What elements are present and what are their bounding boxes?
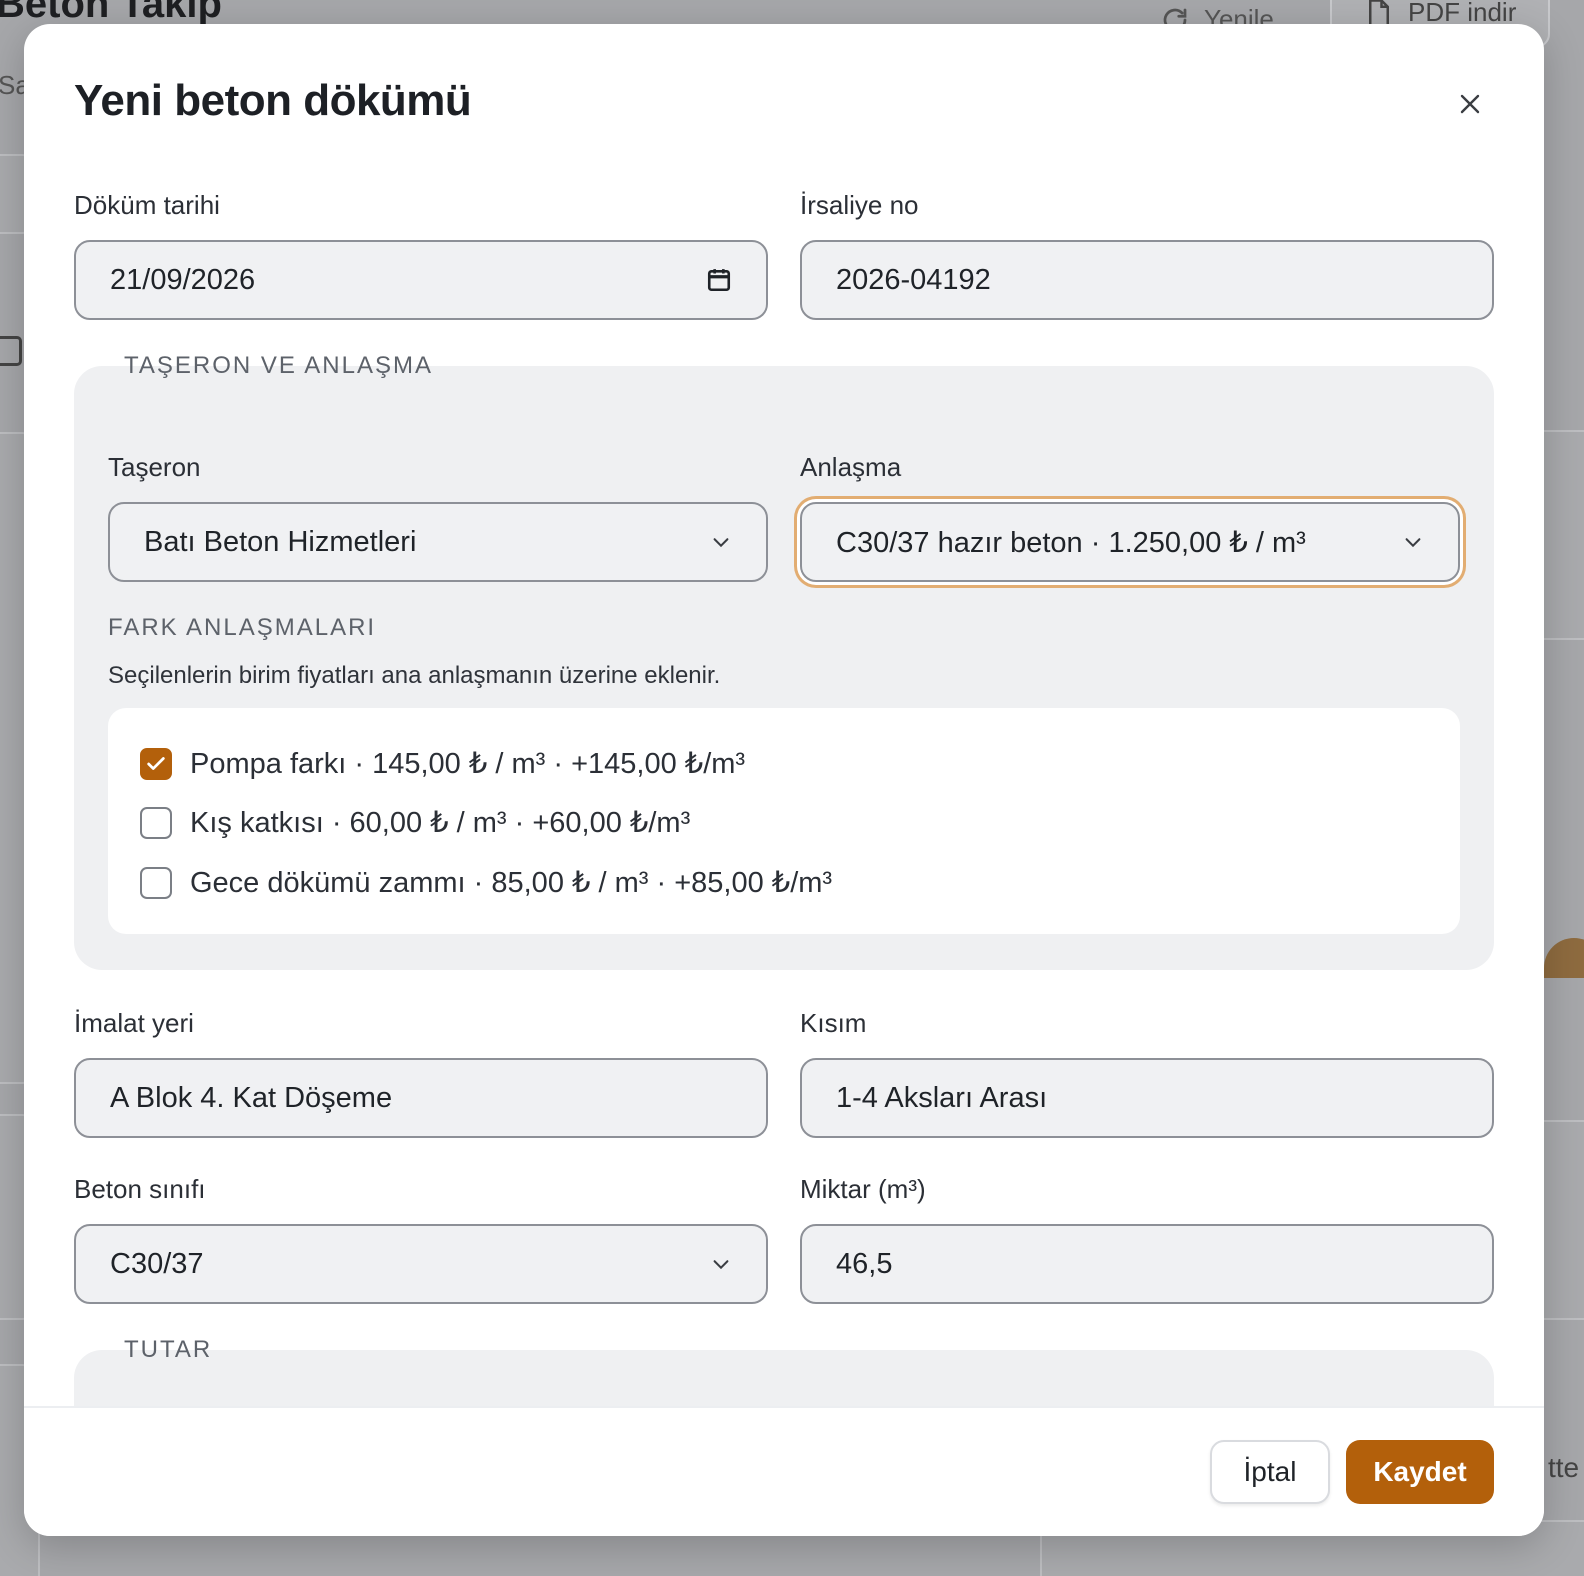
beton-sinifi-label: Beton sınıfı (74, 1174, 206, 1204)
kis-checkbox[interactable] (140, 806, 172, 839)
pompa-checkbox[interactable] (140, 747, 172, 780)
kis-label: Kış katkısı · 60,00 ₺ / m³ · +60,00 ₺/m³ (190, 807, 691, 839)
imalat-yeri-label: İmalat yeri (74, 1008, 194, 1038)
new-pour-modal: Yeni beton dökümü Döküm tarihi 21/09/202… (24, 24, 1544, 1536)
beton-sinifi-value: C30/37 (110, 1247, 204, 1280)
irsaliye-no-label: İrsaliye no (800, 190, 919, 220)
modal-footer: İptal Kaydet (24, 1406, 1544, 1536)
background-text-fragment: tte (1548, 1452, 1580, 1483)
miktar-input[interactable]: 46,5 (800, 1224, 1494, 1304)
fark-anlasmalari-hint: Seçilenlerin birim fiyatları ana anlaşma… (108, 662, 721, 689)
chevron-down-icon (713, 538, 729, 548)
anlasma-label: Anlaşma (800, 452, 902, 482)
tutar-section: TUTAR (74, 1336, 1494, 1406)
irsaliye-no-input[interactable]: 2026-04192 (800, 240, 1494, 320)
fark-option-gece[interactable]: Gece dökümü zammı · 85,00 ₺ / m³ · +85,0… (140, 865, 832, 900)
fark-options-list: Pompa farkı · 145,00 ₺ / m³ · +145,00 ₺/… (108, 708, 1460, 934)
modal-body[interactable]: Yeni beton dökümü Döküm tarihi 21/09/202… (24, 24, 1544, 1406)
miktar-value: 46,5 (836, 1247, 893, 1280)
close-icon (1460, 94, 1480, 114)
calendar-icon[interactable] (706, 267, 732, 293)
kisim-value: 1-4 Aksları Arası (836, 1081, 1048, 1114)
anlasma-select[interactable]: C30/37 hazır beton · 1.250,00 ₺ / m³ (800, 502, 1460, 582)
cancel-button[interactable]: İptal (1210, 1440, 1330, 1504)
calendar-icon (0, 336, 22, 366)
irsaliye-no-value: 2026-04192 (836, 263, 991, 296)
fark-anlasmalari-heading: FARK ANLAŞMALARI (108, 614, 377, 641)
dokum-tarihi-label: Döküm tarihi (74, 190, 220, 220)
background-accent (1544, 938, 1584, 978)
anlasma-value: C30/37 hazır beton · 1.250,00 ₺ / m³ (836, 526, 1306, 559)
chevron-down-icon (1405, 538, 1421, 548)
gece-checkbox[interactable] (140, 866, 172, 899)
close-button[interactable] (1448, 82, 1492, 126)
checkmark-icon (147, 756, 165, 770)
imalat-yeri-value: A Blok 4. Kat Döşeme (110, 1081, 393, 1114)
chevron-down-icon (713, 1260, 729, 1270)
fark-option-kis[interactable]: Kış katkısı · 60,00 ₺ / m³ · +60,00 ₺/m³ (140, 805, 690, 840)
save-button[interactable]: Kaydet (1346, 1440, 1494, 1504)
taseron-label: Taşeron (108, 452, 201, 482)
taseron-value: Batı Beton Hizmetleri (144, 525, 417, 558)
fark-option-pompa[interactable]: Pompa farkı · 145,00 ₺ / m³ · +145,00 ₺/… (140, 746, 745, 781)
dokum-tarihi-value: 21/09/2026 (110, 263, 256, 296)
miktar-label: Miktar (m³) (800, 1174, 926, 1204)
kisim-input[interactable]: 1-4 Aksları Arası (800, 1058, 1494, 1138)
imalat-yeri-input[interactable]: A Blok 4. Kat Döşeme (74, 1058, 768, 1138)
taseron-select[interactable]: Batı Beton Hizmetleri (108, 502, 768, 582)
gece-label: Gece dökümü zammı · 85,00 ₺ / m³ · +85,0… (190, 867, 833, 899)
modal-title: Yeni beton dökümü (74, 76, 472, 125)
tutar-section-legend: TUTAR (124, 1336, 213, 1363)
taseron-section-legend: TAŞERON VE ANLAŞMA (124, 352, 433, 379)
page-title: Beton Takip (0, 0, 222, 26)
beton-sinifi-select[interactable]: C30/37 (74, 1224, 768, 1304)
kisim-label: Kısım (800, 1008, 867, 1038)
dokum-tarihi-input[interactable]: 21/09/2026 (74, 240, 768, 320)
pompa-label: Pompa farkı · 145,00 ₺ / m³ · +145,00 ₺/… (190, 748, 746, 780)
